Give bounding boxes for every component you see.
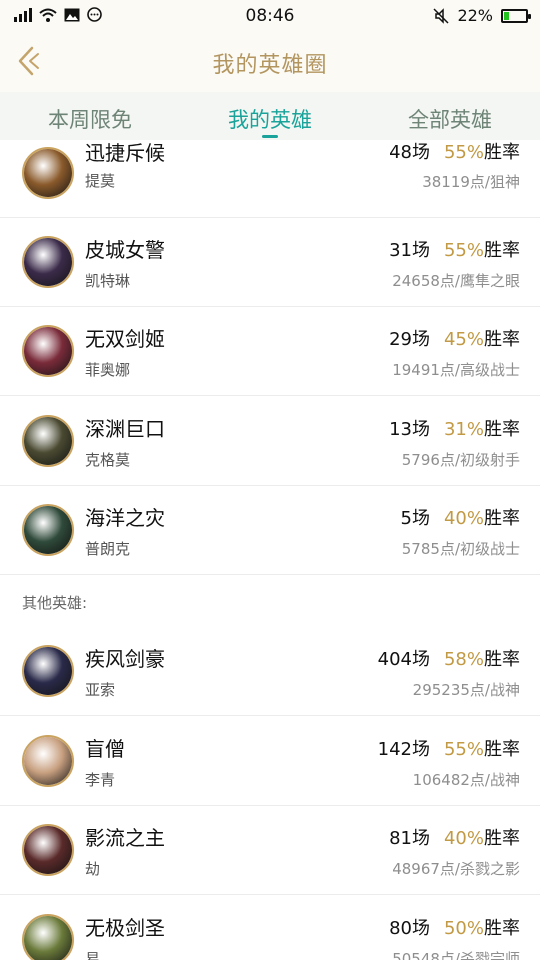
games-count: 80场 xyxy=(389,918,430,939)
hero-row[interactable]: 海洋之灾 普朗克 5场 40%胜率 5785点/初级战士 xyxy=(0,486,540,575)
win-rate: 58% xyxy=(443,649,484,670)
hero-points: 5796点/初级射手 xyxy=(401,451,520,469)
hero-points: 24658点/鹰隼之眼 xyxy=(392,272,520,290)
hero-avatar xyxy=(22,645,74,697)
win-rate-label: 胜率 xyxy=(484,739,520,760)
games-count: 142场 xyxy=(377,739,430,760)
hero-title: 提莫 xyxy=(85,172,116,190)
hero-title: 劫 xyxy=(85,860,101,878)
hero-title: 菲奥娜 xyxy=(85,361,131,379)
hero-points: 50548点/杀戮宗师 xyxy=(392,950,520,960)
hero-row[interactable]: 无双剑姬 菲奥娜 29场 45%胜率 19491点/高级战士 xyxy=(0,307,540,396)
hero-stats: 80场 50%胜率 xyxy=(389,914,520,940)
tab-bar: 本周限免 我的英雄 全部英雄 xyxy=(0,92,540,140)
games-count: 48场 xyxy=(389,142,430,163)
hero-title: 普朗克 xyxy=(85,540,131,558)
tab-label: 本周限免 xyxy=(48,108,132,132)
hero-stats: 5场 40%胜率 xyxy=(401,504,520,530)
hero-row[interactable]: 皮城女警 凯特琳 31场 55%胜率 24658点/鹰隼之眼 xyxy=(0,218,540,307)
hero-row[interactable]: 盲僧 李青 142场 55%胜率 106482点/战神 xyxy=(0,717,540,806)
win-rate: 45% xyxy=(443,329,484,350)
status-bar: 08:46 22% xyxy=(0,0,540,32)
hero-stats: 13场 31%胜率 xyxy=(389,415,520,441)
hero-name: 影流之主 xyxy=(85,826,165,850)
hero-points: 38119点/狙神 xyxy=(422,173,520,191)
hero-points: 5785点/初级战士 xyxy=(401,540,520,558)
hero-stats: 142场 55%胜率 xyxy=(378,735,520,761)
battery-percent: 22% xyxy=(457,6,493,25)
games-count: 5场 xyxy=(400,508,430,529)
games-count: 404场 xyxy=(377,649,430,670)
hero-avatar xyxy=(22,735,74,787)
hero-avatar xyxy=(22,824,74,876)
hero-title: 李青 xyxy=(85,771,116,789)
tab-label: 我的英雄 xyxy=(228,108,312,132)
hero-points: 48967点/杀戮之影 xyxy=(392,860,520,878)
hero-stats: 29场 45%胜率 xyxy=(389,325,520,351)
app-header: 我的英雄圈 xyxy=(0,32,540,92)
hero-list[interactable]: 迅捷斥候 提莫 48场 55%胜率 38119点/狙神 皮城女警 凯特琳 31场 5… xyxy=(0,140,540,960)
hero-row[interactable]: 迅捷斥候 提莫 48场 55%胜率 38119点/狙神 xyxy=(0,140,540,218)
hero-avatar xyxy=(22,914,74,960)
win-rate: 50% xyxy=(443,918,484,939)
hero-stats: 81场 40%胜率 xyxy=(389,824,520,850)
page-title: 我的英雄圈 xyxy=(212,53,328,78)
hero-avatar xyxy=(22,415,74,467)
hero-row[interactable]: 深渊巨口 克格莫 13场 31%胜率 5796点/初级射手 xyxy=(0,397,540,486)
win-rate-label: 胜率 xyxy=(484,918,520,939)
hero-stats: 48场 55%胜率 xyxy=(389,140,520,164)
win-rate: 31% xyxy=(443,419,484,440)
hero-name: 疾风剑豪 xyxy=(85,647,165,671)
games-count: 81场 xyxy=(389,828,430,849)
hero-avatar xyxy=(22,504,74,556)
hero-title: 亚索 xyxy=(85,681,116,699)
win-rate: 55% xyxy=(443,739,484,760)
win-rate-label: 胜率 xyxy=(484,419,520,440)
hero-name: 海洋之灾 xyxy=(85,506,165,530)
hero-points: 19491点/高级战士 xyxy=(392,361,520,379)
hero-name: 无双剑姬 xyxy=(85,327,165,351)
tab-label: 全部英雄 xyxy=(408,108,492,132)
win-rate: 55% xyxy=(443,240,484,261)
hero-avatar xyxy=(22,147,74,199)
win-rate-label: 胜率 xyxy=(484,329,520,350)
other-heroes-label: 其他英雄: xyxy=(22,594,88,612)
hero-points: 106482点/战神 xyxy=(412,771,520,789)
win-rate-label: 胜率 xyxy=(484,508,520,529)
hero-title: 易 xyxy=(85,950,101,960)
hero-name: 皮城女警 xyxy=(85,238,165,262)
tab-weekly-free[interactable]: 本周限免 xyxy=(0,92,180,140)
tab-my-heroes[interactable]: 我的英雄 xyxy=(180,92,360,140)
win-rate-label: 胜率 xyxy=(484,828,520,849)
hero-name: 迅捷斥候 xyxy=(85,141,165,165)
games-count: 31场 xyxy=(389,240,430,261)
hero-row[interactable]: 疾风剑豪 亚索 404场 58%胜率 295235点/战神 xyxy=(0,627,540,716)
hero-avatar xyxy=(22,236,74,288)
win-rate-label: 胜率 xyxy=(484,240,520,261)
hero-name: 盲僧 xyxy=(85,737,125,761)
hero-stats: 31场 55%胜率 xyxy=(389,236,520,262)
win-rate-label: 胜率 xyxy=(484,142,520,163)
hero-title: 凯特琳 xyxy=(85,272,131,290)
hero-points: 295235点/战神 xyxy=(412,681,520,699)
hero-row[interactable]: 无极剑圣 易 80场 50%胜率 50548点/杀戮宗师 xyxy=(0,896,540,960)
win-rate: 40% xyxy=(443,508,484,529)
games-count: 29场 xyxy=(389,329,430,350)
active-tab-indicator xyxy=(262,135,278,138)
tab-all-heroes[interactable]: 全部英雄 xyxy=(360,92,540,140)
win-rate-label: 胜率 xyxy=(484,649,520,670)
battery-icon xyxy=(501,8,531,23)
win-rate: 40% xyxy=(443,828,484,849)
status-right-icons: 22% xyxy=(433,6,531,25)
hero-title: 克格莫 xyxy=(85,451,131,469)
hero-name: 深渊巨口 xyxy=(85,417,165,441)
hero-row[interactable]: 影流之主 劫 81场 40%胜率 48967点/杀戮之影 xyxy=(0,806,540,895)
games-count: 13场 xyxy=(389,419,430,440)
hero-name: 无极剑圣 xyxy=(85,916,165,940)
win-rate: 55% xyxy=(443,142,484,163)
hero-avatar xyxy=(22,325,74,377)
hero-stats: 404场 58%胜率 xyxy=(378,645,520,671)
mute-icon xyxy=(433,7,449,24)
